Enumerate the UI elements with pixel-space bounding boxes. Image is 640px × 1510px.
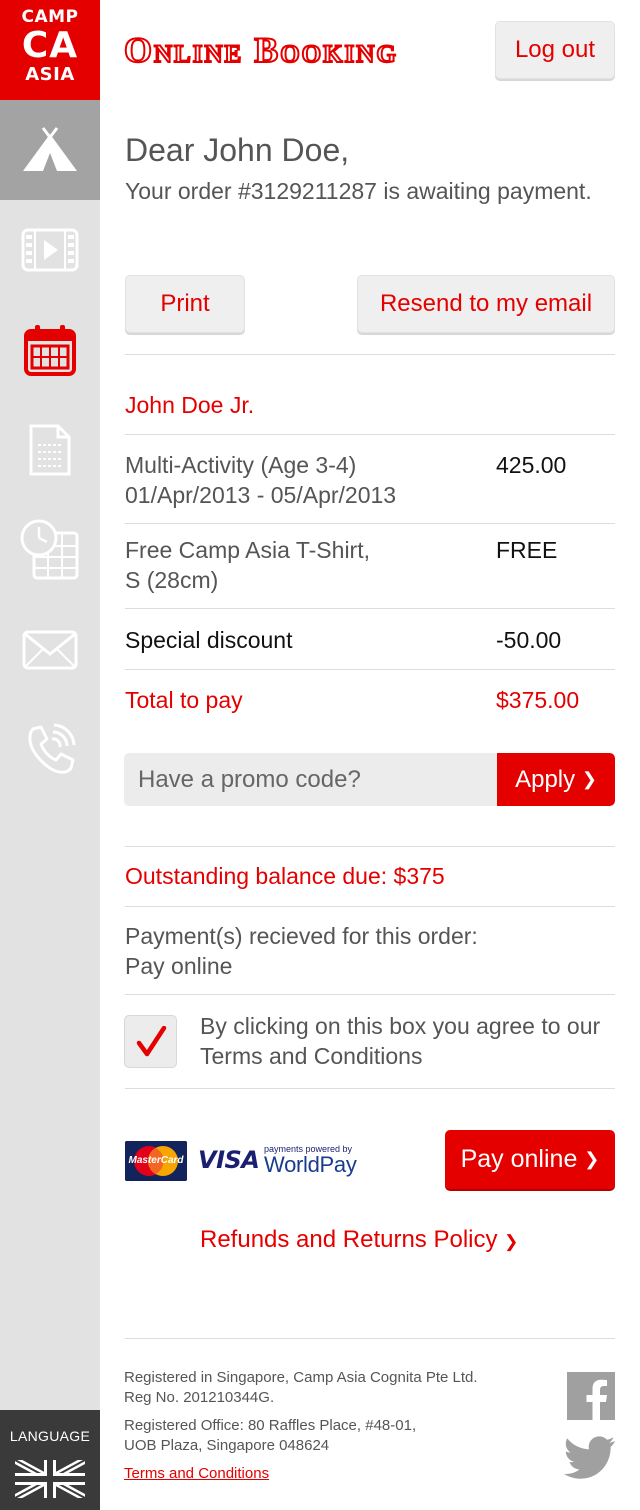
footer-registration: Registered in Singapore, Camp Asia Cogni… (124, 1368, 478, 1408)
divider (125, 434, 615, 435)
total-label: Total to pay (125, 687, 243, 713)
footer-reg-line: Registered in Singapore, Camp Asia Cogni… (124, 1369, 478, 1386)
footer-office-line: Registered Office: 80 Raffles Place, #48… (124, 1417, 417, 1434)
divider (125, 608, 615, 609)
child-name: John Doe Jr. (125, 392, 255, 418)
chevron-right-icon: ❯ (504, 1232, 519, 1251)
pay-online-label: Pay online (460, 1145, 578, 1173)
footer-reg-number: Reg No. 201210344G. (124, 1389, 275, 1406)
nav-item-schedule[interactable] (0, 500, 100, 600)
calendar-icon (24, 325, 76, 376)
page-title: Online Booking (123, 29, 398, 71)
resend-email-button[interactable]: Resend to my email (357, 275, 615, 333)
divider (125, 669, 615, 670)
logout-button[interactable]: Log out (495, 21, 615, 79)
schedule-icon (20, 519, 79, 580)
nav-item-booking[interactable] (0, 300, 100, 400)
outstanding-balance: Outstanding balance due: $375 (125, 863, 445, 889)
uk-flag-icon (15, 1460, 85, 1498)
worldpay-logo: WorldPay (264, 1152, 357, 1177)
footer-office: Registered Office: 80 Raffles Place, #48… (124, 1416, 416, 1456)
divider (125, 523, 615, 524)
apply-button[interactable]: Apply ❯ (497, 753, 615, 806)
language-selector[interactable]: LANGUAGE (0, 1410, 100, 1510)
divider (125, 1338, 615, 1339)
discount-amount: -50.00 (496, 627, 562, 653)
order-status-text: Your order #3129211287 is awaiting payme… (125, 178, 592, 204)
mastercard-logo: MasterCard (125, 1141, 187, 1181)
footer-terms: Terms and Conditions (124, 1464, 269, 1484)
refunds-policy-label: Refunds and Returns Policy (200, 1226, 498, 1253)
payments-received-value: Pay online (125, 953, 233, 979)
divider (125, 906, 615, 907)
camp-asia-logo[interactable]: CAMP CA ASIA (0, 0, 100, 100)
order-item-title: Free Camp Asia T-Shirt, (125, 537, 370, 563)
nav-item-videos[interactable] (0, 200, 100, 300)
payments-received-label: Payment(s) recieved for this order: (125, 923, 478, 949)
order-item-amount: 425.00 (496, 452, 567, 478)
facebook-icon[interactable] (567, 1372, 615, 1420)
pay-online-button[interactable]: Pay online ❯ (445, 1130, 615, 1189)
sidebar: CAMP CA ASIA LANGUAGE (0, 0, 100, 1510)
promo-code-input[interactable] (124, 753, 497, 806)
apply-button-label: Apply (515, 765, 576, 793)
order-item-size: S (28cm) (125, 567, 219, 593)
order-item-dates: 01/Apr/2013 - 05/Apr/2013 (125, 482, 397, 508)
chevron-right-icon: ❯ (581, 769, 597, 789)
promo-code-form: Apply ❯ (124, 753, 615, 806)
twitter-icon[interactable] (564, 1436, 616, 1480)
terms-agreement-text[interactable]: By clicking on this box you agree to our… (200, 1011, 615, 1071)
divider (125, 1088, 615, 1089)
divider (125, 354, 615, 355)
order-item-title: Multi-Activity (Age 3-4) (125, 452, 357, 478)
chevron-right-icon: ❯ (584, 1149, 600, 1169)
nav-item-documents[interactable] (0, 400, 100, 500)
document-icon (29, 424, 71, 476)
phone-icon (28, 723, 76, 774)
nav-item-phone[interactable] (0, 700, 100, 800)
terms-checkbox[interactable] (124, 1015, 177, 1068)
discount-label: Special discount (125, 627, 293, 653)
nav-item-camps[interactable] (0, 100, 100, 200)
total-amount: $375.00 (496, 687, 580, 713)
mail-icon (22, 630, 78, 670)
terms-link[interactable]: Terms and Conditions (124, 1465, 269, 1482)
checkmark-icon (136, 1025, 166, 1056)
visa-logo: VISA (198, 1146, 260, 1174)
refunds-policy-link[interactable]: Refunds and Returns Policy ❯ (200, 1225, 518, 1257)
nav-item-contact[interactable] (0, 600, 100, 700)
greeting-title: Dear John Doe, (125, 132, 350, 168)
print-button[interactable]: Print (125, 275, 245, 333)
tent-icon (23, 127, 77, 171)
divider (125, 846, 615, 847)
divider (125, 994, 615, 995)
video-icon (21, 228, 79, 272)
footer-office-line: UOB Plaza, Singapore 048624 (124, 1437, 330, 1454)
order-item-amount: FREE (496, 537, 558, 563)
mastercard-label: MasterCard (128, 1155, 184, 1166)
